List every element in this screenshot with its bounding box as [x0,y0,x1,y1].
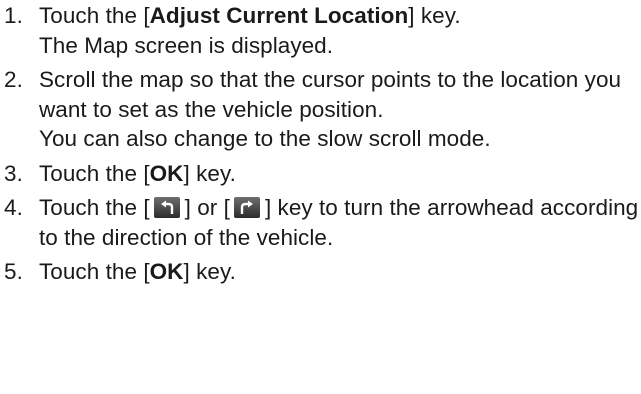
step-text: Touch the [OK] key. [39,259,236,284]
step-text: Touch the [] or [] key to turn the arrow… [39,195,639,250]
key-label-ok: OK [149,259,184,284]
step-2: 2. Scroll the map so that the cursor poi… [4,65,639,154]
turn-right-icon [233,197,260,218]
step-text: Touch the [OK] key. [39,160,236,186]
instruction-steps: 1. Touch the [Adjust Current Location] k… [4,1,639,287]
step-note: The Map screen is displayed. [39,32,334,58]
key-label-ok: OK [149,160,184,186]
step-4: 4. Touch the [] or [] key to turn the ar… [4,193,639,252]
step-3: 3. Touch the [OK] key. [4,159,639,189]
turn-left-icon [153,197,180,218]
key-label-adjust-current-location: Adjust Current Location [149,3,409,28]
step-number: 5. [4,259,23,284]
step-note: You can also change to the slow scroll m… [39,126,491,151]
step-number: 2. [4,67,23,92]
step-number: 1. [4,3,23,28]
step-1: 1. Touch the [Adjust Current Location] k… [4,1,639,60]
step-number: 4. [4,195,23,220]
step-number: 3. [4,160,23,186]
step-5: 5. Touch the [OK] key. [4,257,639,287]
step-text: Touch the [Adjust Current Location] key. [39,3,461,28]
step-text: Scroll the map so that the cursor points… [39,67,622,122]
